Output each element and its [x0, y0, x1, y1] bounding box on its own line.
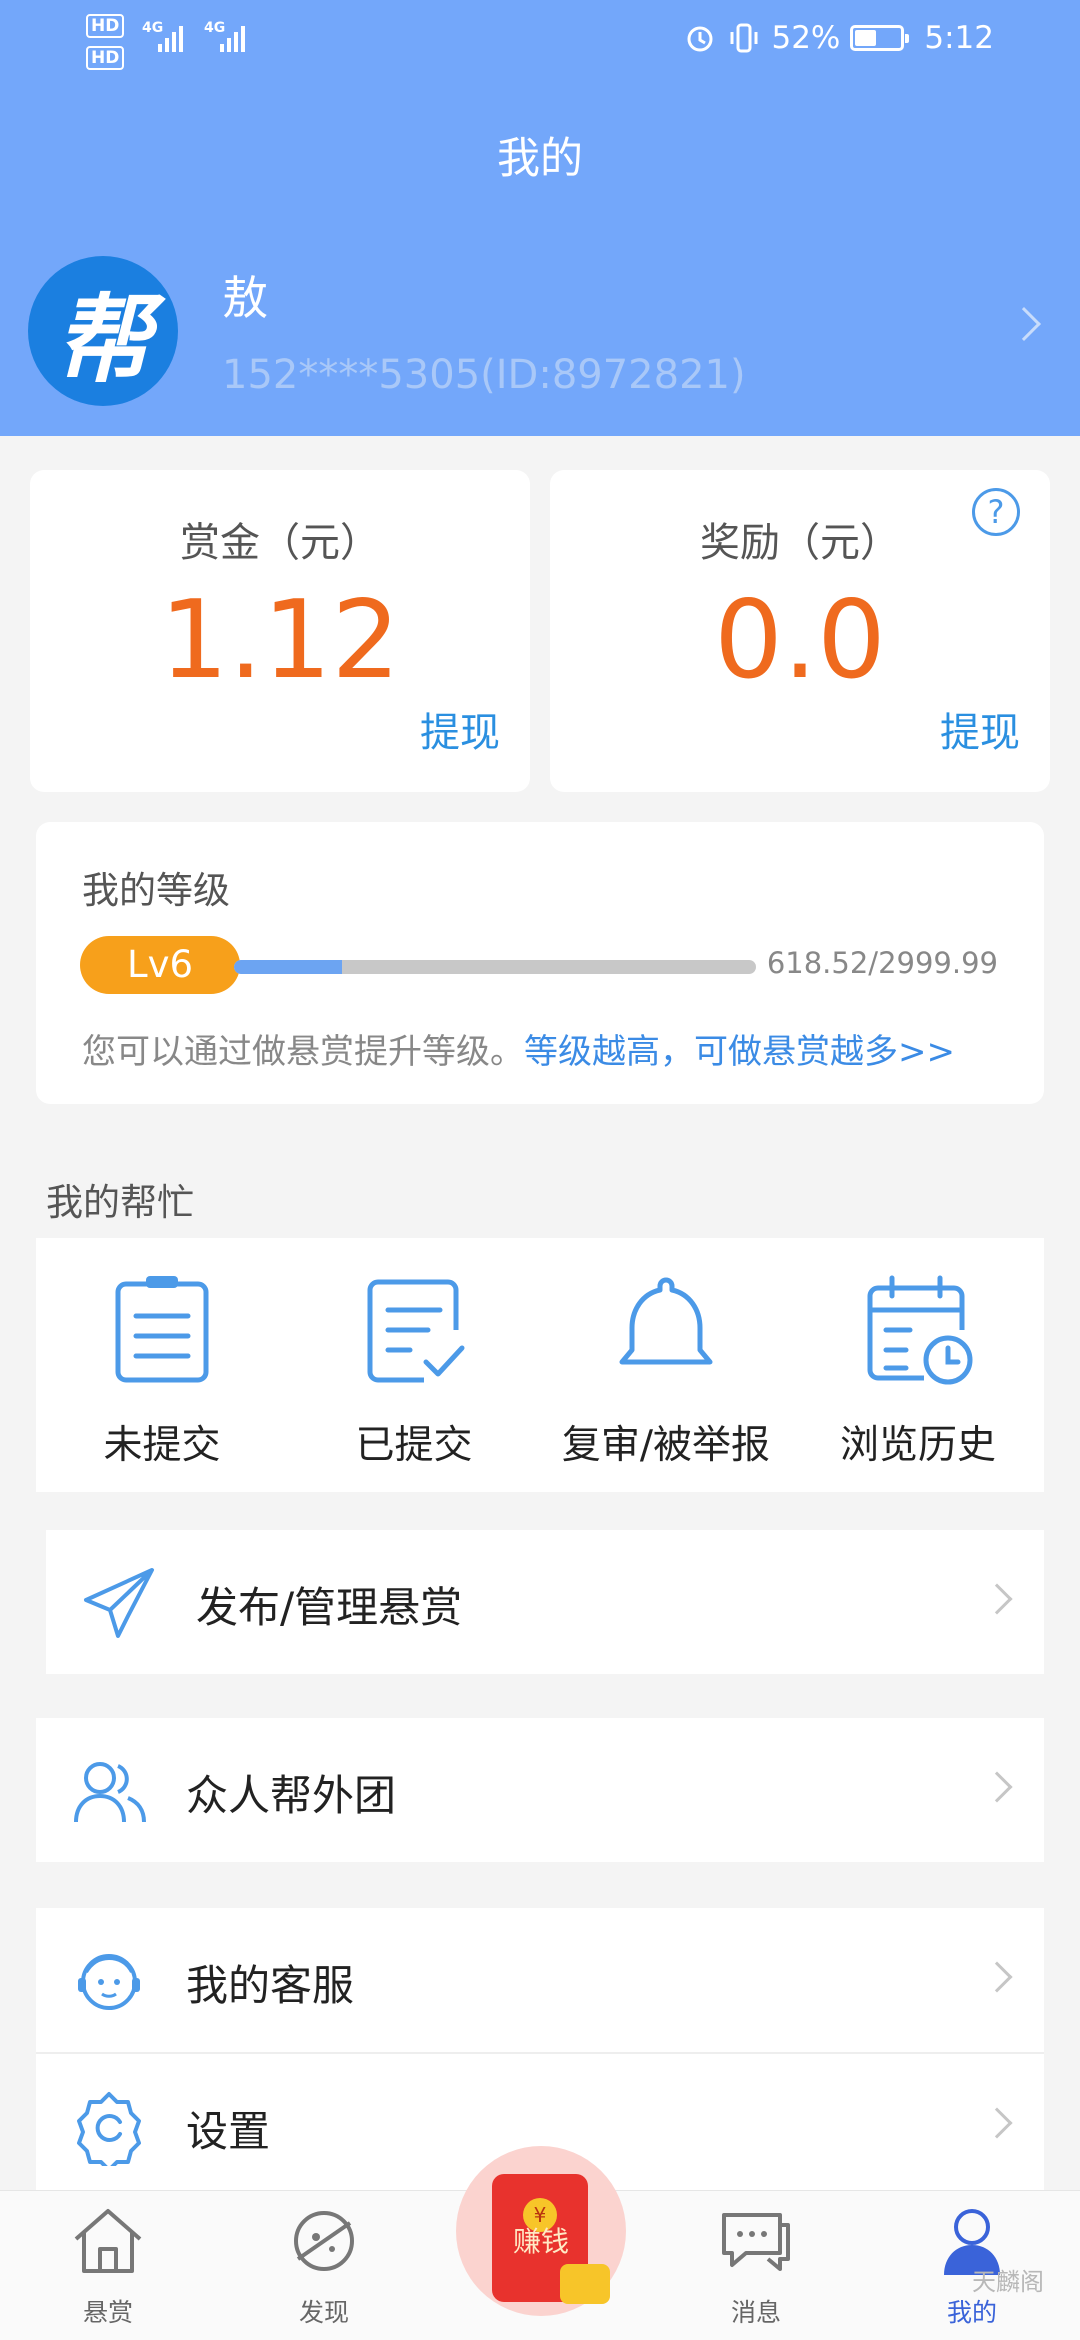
menu-publish-manage[interactable]: 发布/管理悬赏 [46, 1530, 1044, 1674]
bonus-card: ? 奖励（元） 0.0 提现 [550, 470, 1050, 792]
reward-card: 赏金（元） 1.12 提现 [30, 470, 530, 792]
chat-icon [722, 2213, 790, 2271]
watermark: 天麟阁 [972, 2268, 1044, 2296]
menu-label: 我的客服 [186, 1961, 355, 2010]
level-tip-text: 您可以通过做悬赏提升等级。 [82, 1032, 524, 1072]
chevron-right-icon [981, 2107, 1013, 2139]
settings-icon [77, 2092, 141, 2166]
battery-icon [850, 25, 910, 51]
battery-percent: 52% [771, 20, 841, 56]
my-help-grid: 未提交 已提交 复审/被举报 浏览历史 [36, 1238, 1044, 1492]
level-tip-link[interactable]: 等级越高，可做悬赏越多>> [524, 1032, 955, 1072]
bonus-value: 0.0 [714, 578, 886, 703]
my-help-title: 我的帮忙 [46, 1181, 194, 1224]
hd-badge-2: HD [86, 46, 125, 70]
user-phone-id[interactable]: 152****5305(ID:8972821) [222, 352, 746, 398]
home-icon [74, 2209, 142, 2273]
clipboard-check-icon [367, 1279, 465, 1383]
tab-discover[interactable]: 发现 [244, 2191, 404, 2340]
chevron-right-icon [981, 1583, 1013, 1615]
grid-item-label: 复审/被举报 [561, 1423, 771, 1468]
level-tip: 您可以通过做悬赏提升等级。等级越高，可做悬赏越多>> [82, 1024, 955, 1073]
signal-bars-1-icon [158, 22, 183, 52]
planet-icon [294, 2211, 354, 2271]
clock: 5:12 [924, 20, 994, 56]
grid-item-not-submitted[interactable]: 未提交 [36, 1238, 288, 1492]
grid-item-review-reported[interactable]: 复审/被举报 [540, 1238, 792, 1492]
vibrate-icon [730, 23, 758, 53]
status-bar: HD HD 4G 4G 52% 5:12 [0, 0, 1080, 82]
tab-earn-button[interactable]: ¥ 赚钱 [456, 2146, 626, 2316]
menu-label: 设置 [186, 2107, 271, 2156]
coin-stack-icon [560, 2264, 610, 2304]
status-right: 52% 5:12 [683, 20, 994, 56]
level-card: 我的等级 Lv6 618.52/2999.99 您可以通过做悬赏提升等级。等级越… [36, 822, 1044, 1104]
tab-label: 我的 [946, 2298, 997, 2327]
level-title: 我的等级 [82, 869, 230, 912]
grid-item-label: 已提交 [355, 1423, 473, 1468]
menu-customer-service[interactable]: 我的客服 [36, 1908, 1044, 2052]
profile-header: HD HD 4G 4G 52% 5:12 我的 帮 敖 152****5305(… [0, 0, 1080, 436]
avatar[interactable]: 帮 [28, 256, 178, 406]
clipboard-icon [115, 1276, 209, 1383]
level-progress-bar [234, 960, 756, 974]
avatar-logo: 帮 [55, 283, 151, 396]
reward-withdraw-button[interactable]: 提现 [420, 700, 500, 758]
users-icon [74, 1762, 146, 1823]
signal-bars-2-icon [220, 22, 245, 52]
level-badge: Lv6 [80, 936, 240, 994]
bonus-withdraw-button[interactable]: 提现 [940, 700, 1020, 758]
grid-item-label: 未提交 [103, 1423, 221, 1468]
level-progress-text: 618.52/2999.99 [766, 946, 998, 980]
earn-label: 赚钱 [512, 2225, 569, 2258]
grid-item-history[interactable]: 浏览历史 [792, 1238, 1044, 1492]
menu-label: 发布/管理悬赏 [196, 1583, 463, 1632]
tab-label: 悬赏 [82, 2298, 133, 2327]
battery-level [855, 30, 877, 46]
profile-chevron-icon[interactable] [1007, 307, 1041, 341]
page-title: 我的 [497, 134, 583, 184]
customer-service-icon [78, 1954, 140, 2010]
chevron-right-icon [981, 1961, 1013, 1993]
user-name[interactable]: 敖 [222, 262, 268, 328]
chevron-right-icon [981, 1771, 1013, 1803]
tab-label: 消息 [730, 2298, 781, 2327]
reward-label: 赏金（元） [180, 520, 380, 566]
grid-item-label: 浏览历史 [839, 1423, 996, 1468]
paper-plane-icon [84, 1568, 154, 1638]
calendar-clock-icon [867, 1275, 973, 1385]
bonus-label: 奖励（元） [700, 520, 900, 566]
tab-messages[interactable]: 消息 [676, 2191, 836, 2340]
bell-icon [619, 1277, 713, 1365]
grid-item-submitted[interactable]: 已提交 [288, 1238, 540, 1492]
menu-label: 众人帮外团 [186, 1771, 397, 1820]
menu-team[interactable]: 众人帮外团 [36, 1718, 1044, 1862]
level-progress-fill [234, 960, 342, 974]
tab-reward[interactable]: 悬赏 [28, 2191, 188, 2340]
hd-badge-1: HD [86, 14, 125, 38]
tab-label: 发现 [298, 2298, 349, 2327]
alarm-icon [687, 26, 713, 52]
reward-value: 1.12 [159, 578, 401, 703]
